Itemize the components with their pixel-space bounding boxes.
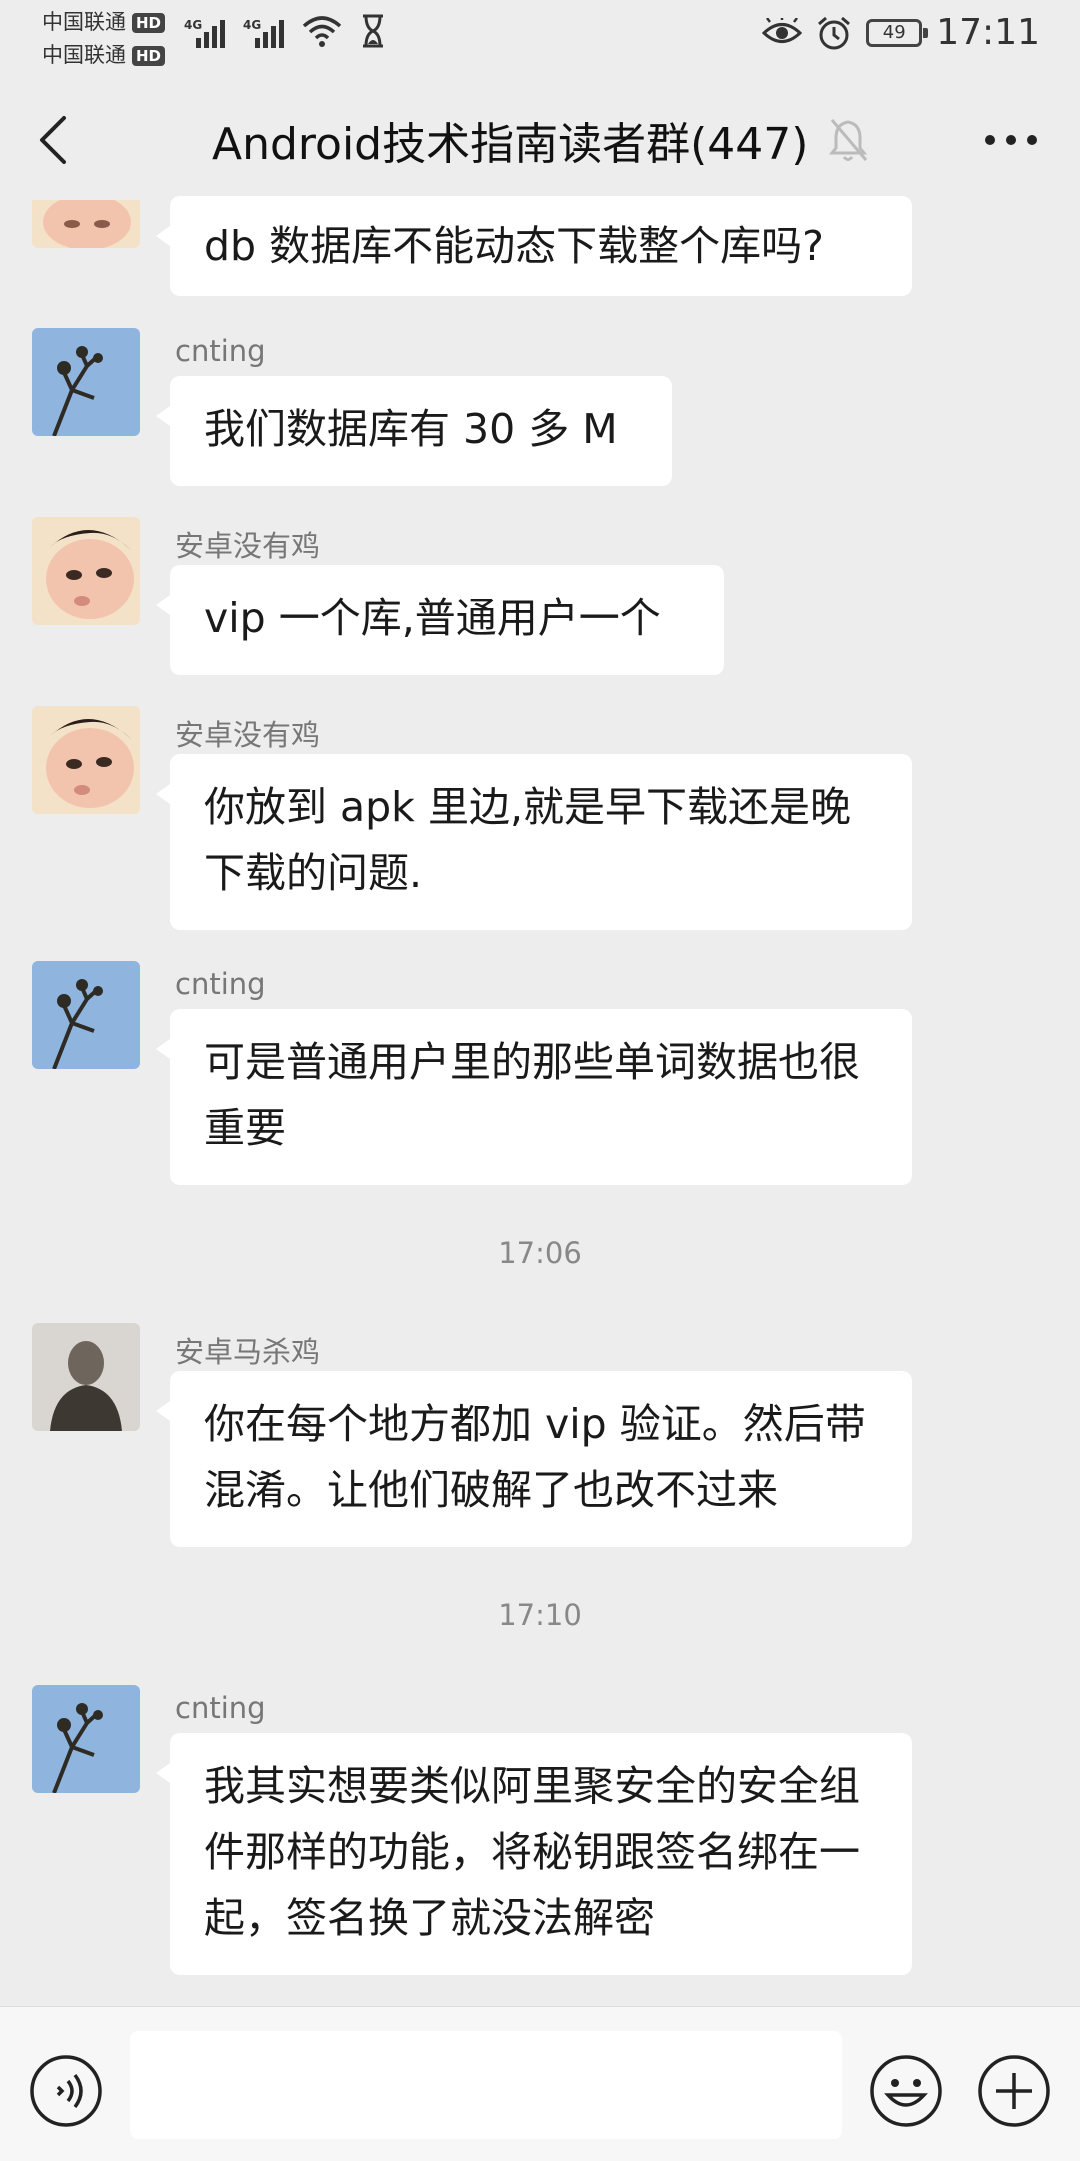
hd-badge: HD xyxy=(132,45,166,66)
message-text: 我们数据库有 30 多 M xyxy=(204,405,618,453)
message-bubble[interactable]: 你在每个地方都加 vip 验证。然后带混淆。让他们破解了也改不过来 xyxy=(156,1371,912,1547)
message-timestamp: 17:10 xyxy=(498,1598,582,1632)
portrait-avatar[interactable] xyxy=(32,1323,140,1431)
hd-badge: HD xyxy=(132,12,166,33)
sender-name: cnting xyxy=(175,967,266,1001)
signal-group: 4G 4G xyxy=(184,14,386,48)
message-bubble[interactable]: 我们数据库有 30 多 M xyxy=(156,376,672,486)
more-icon[interactable] xyxy=(984,134,1038,146)
message-text: 你放到 apk 里边,就是早下载还是晚下载的问题. xyxy=(204,783,851,897)
eye-comfort-icon xyxy=(762,17,803,43)
status-bar: 中国联通 HD 中国联通 HD 4G 4G 49 17:11 xyxy=(0,0,1080,72)
chat-header: Android技术指南读者群(447) xyxy=(0,80,1080,200)
message-timestamp: 17:06 xyxy=(498,1236,582,1270)
tree-avatar[interactable] xyxy=(32,328,140,436)
carrier-2: 中国联通 xyxy=(42,43,126,67)
status-time: 17:11 xyxy=(936,12,1040,53)
message-text: 可是普通用户里的那些单词数据也很重要 xyxy=(204,1038,860,1152)
message-text: 我其实想要类似阿里聚安全的安全组件那样的功能，将秘钥跟签名绑在一起，签名换了就没… xyxy=(204,1762,860,1942)
message-text: db 数据库不能动态下载整个库吗? xyxy=(204,222,824,270)
wifi-icon xyxy=(302,16,342,47)
carrier-1: 中国联通 xyxy=(42,10,126,34)
signal-icon: 4G xyxy=(243,18,284,48)
tree-avatar[interactable] xyxy=(32,1685,140,1793)
chat-title: Android技术指南读者群(447) xyxy=(212,119,809,170)
baby-avatar[interactable] xyxy=(32,517,140,625)
baby-avatar[interactable] xyxy=(32,706,140,814)
message-bubble[interactable]: 可是普通用户里的那些单词数据也很重要 xyxy=(156,1009,912,1185)
hourglass-icon xyxy=(363,14,383,48)
carrier-info: 中国联通 HD 中国联通 HD xyxy=(42,6,166,72)
plus-icon[interactable] xyxy=(976,2053,1052,2129)
message-bubble[interactable]: db 数据库不能动态下载整个库吗? xyxy=(156,196,912,296)
sender-name: 安卓没有鸡 xyxy=(175,529,321,563)
message-text: vip 一个库,普通用户一个 xyxy=(204,594,661,642)
battery-icon: 49 xyxy=(866,18,929,47)
voice-icon[interactable] xyxy=(28,2053,104,2129)
message-bubble[interactable]: vip 一个库,普通用户一个 xyxy=(156,565,724,675)
message-input[interactable] xyxy=(130,2031,842,2139)
sender-name: cnting xyxy=(175,1691,266,1725)
mute-bell-icon xyxy=(828,119,868,161)
sender-name: 安卓马杀鸡 xyxy=(175,1335,321,1369)
signal-icon: 4G xyxy=(184,18,225,48)
sender-name: 安卓没有鸡 xyxy=(175,718,321,752)
input-bar xyxy=(0,2006,1080,2161)
tree-avatar[interactable] xyxy=(32,961,140,1069)
alarm-icon xyxy=(818,16,851,49)
message-bubble[interactable]: 你放到 apk 里边,就是早下载还是晚下载的问题. xyxy=(156,754,912,930)
status-right: 49 17:11 xyxy=(762,12,1040,53)
sender-name: cnting xyxy=(175,334,266,368)
message-text: 你在每个地方都加 vip 验证。然后带混淆。让他们破解了也改不过来 xyxy=(204,1400,866,1514)
message-bubble[interactable]: 我其实想要类似阿里聚安全的安全组件那样的功能，将秘钥跟签名绑在一起，签名换了就没… xyxy=(156,1733,912,1975)
back-arrow-icon[interactable] xyxy=(34,110,74,170)
emoji-icon[interactable] xyxy=(868,2053,944,2129)
